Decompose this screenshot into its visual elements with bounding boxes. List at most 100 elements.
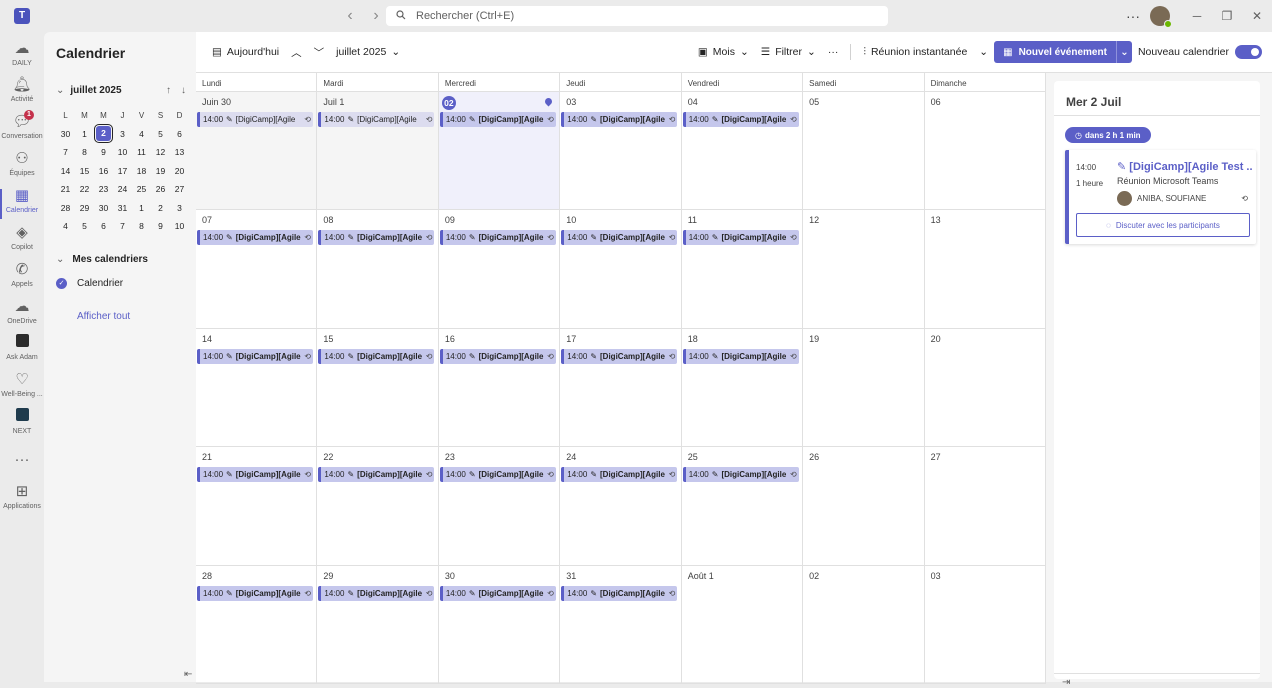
mini-day[interactable]: 6 (94, 221, 113, 231)
day-cell[interactable]: 02 (803, 565, 925, 683)
view-selector-button[interactable]: ▣ Mois ⌄ (692, 39, 755, 65)
calendar-checkbox-item[interactable]: ✓ Calendrier (56, 278, 123, 289)
instant-meeting-button[interactable]: ⫶ Réunion instantanée (857, 39, 973, 65)
mini-day[interactable]: 4 (56, 221, 75, 231)
event-chip[interactable]: 14:00 ✎ [DigiCamp][Agile ⟲ (561, 348, 678, 364)
mini-day[interactable]: 14 (56, 166, 75, 176)
mini-day[interactable]: 16 (94, 166, 113, 176)
show-all-link[interactable]: Afficher tout (77, 311, 130, 322)
day-cell[interactable]: 24 14:00 ✎ [DigiCamp][Agile ⟲ (560, 447, 682, 565)
rail-next[interactable]: NEXT (0, 408, 44, 435)
mini-day[interactable]: 2 (151, 203, 170, 213)
expand-pane-icon[interactable]: ⇥ (1062, 677, 1070, 688)
mini-day[interactable]: 1 (132, 203, 151, 213)
day-cell[interactable]: 04 14:00 ✎ [DigiCamp][Agile ⟲ (682, 92, 804, 210)
rail-daily[interactable]: ☁ DAILY (0, 40, 44, 67)
day-cell[interactable]: 12 (803, 210, 925, 328)
mini-day[interactable]: 3 (170, 203, 189, 213)
mini-day[interactable]: 25 (132, 184, 151, 194)
settings-more-button[interactable]: ··· (1118, 8, 1148, 24)
event-chip[interactable]: 14:00 ✎ [DigiCamp][Agile ⟲ (197, 230, 313, 246)
mini-day[interactable]: 9 (94, 147, 113, 157)
day-cell[interactable]: 20 (925, 328, 1046, 447)
mini-day[interactable]: 5 (151, 129, 170, 139)
mini-day[interactable]: 2 (94, 124, 113, 144)
day-cell[interactable]: 14 14:00 ✎ [DigiCamp][Agile ⟲ (196, 328, 318, 447)
event-chip[interactable]: 14:00 ✎ [DigiCamp][Agile ⟲ (682, 230, 799, 246)
back-icon[interactable]: ‹ (340, 7, 360, 25)
mini-day[interactable]: 10 (170, 221, 189, 231)
day-cell[interactable]: 31 14:00 ✎ [DigiCamp][Agile ⟲ (560, 565, 682, 683)
day-cell[interactable]: 16 14:00 ✎ [DigiCamp][Agile ⟲ (439, 328, 561, 447)
mini-day[interactable]: 9 (151, 221, 170, 231)
search-box[interactable]: Rechercher (Ctrl+E) (386, 6, 888, 26)
event-chip[interactable]: 14:00 ✎ [DigiCamp][Agile ⟲ (439, 230, 556, 246)
mini-day[interactable]: 20 (170, 166, 189, 176)
mini-day[interactable]: 5 (75, 221, 94, 231)
mini-day[interactable]: 6 (170, 129, 189, 139)
day-cell[interactable]: 25 14:00 ✎ [DigiCamp][Agile ⟲ (682, 447, 804, 565)
minimize-button[interactable]: ─ (1182, 9, 1212, 23)
rail-onedrive[interactable]: ☁ OneDrive (0, 298, 44, 325)
rail-more[interactable]: ··· (0, 451, 44, 469)
day-cell[interactable]: 03 (925, 565, 1046, 683)
mini-day[interactable]: 30 (56, 129, 75, 139)
mini-day[interactable]: 8 (132, 221, 151, 231)
event-chip[interactable]: 14:00 ✎ [DigiCamp][Agile ⟲ (318, 467, 435, 483)
today-button[interactable]: ▤ Aujourd'hui (206, 39, 285, 65)
day-cell[interactable]: 09 14:00 ✎ [DigiCamp][Agile ⟲ (439, 210, 561, 328)
mini-day[interactable]: 26 (151, 184, 170, 194)
restore-button[interactable]: ❐ (1212, 9, 1242, 23)
event-chip[interactable]: 14:00 ✎ [DigiCamp][Agile ⟲ (561, 112, 678, 127)
event-chip[interactable]: 14:00 ✎ [DigiCamp][Agile ⟲ (561, 230, 678, 246)
mini-day[interactable]: 15 (75, 166, 94, 176)
day-cell[interactable]: 22 14:00 ✎ [DigiCamp][Agile ⟲ (317, 447, 439, 565)
mini-day[interactable]: 30 (94, 203, 113, 213)
rail-teams[interactable]: ⚇ Équipes (0, 150, 44, 177)
rail-calendar[interactable]: ▦ Calendrier (0, 187, 44, 219)
event-chip[interactable]: 14:00 ✎ [DigiCamp][Agile ⟲ (682, 467, 799, 483)
event-chip[interactable]: 14:00 ✎ [DigiCamp][Agile ⟲ (439, 348, 556, 364)
event-chip[interactable]: 14:00 ✎ [DigiCamp][Agile ⟲ (318, 585, 435, 601)
chevron-down-icon[interactable]: ⌄ (56, 85, 64, 96)
rail-chat[interactable]: 💬︎ 1 Conversation (0, 110, 44, 140)
mini-day[interactable]: 8 (75, 147, 94, 157)
mini-day[interactable]: 27 (170, 184, 189, 194)
day-cell[interactable]: 10 14:00 ✎ [DigiCamp][Agile ⟲ (560, 210, 682, 328)
mini-day[interactable]: 18 (132, 166, 151, 176)
day-cell[interactable]: Juil 1 14:00 ✎ [DigiCamp][Agile ⟲ (317, 92, 439, 210)
day-cell[interactable]: 27 (925, 447, 1046, 565)
my-calendars-header[interactable]: ⌄ Mes calendriers (56, 254, 148, 265)
mini-day[interactable]: 17 (113, 166, 132, 176)
collapse-pane-icon[interactable]: ⇤ (184, 669, 192, 680)
event-chip[interactable]: 14:00 ✎ [DigiCamp][Agile ⟲ (439, 467, 556, 483)
day-cell[interactable]: 05 (803, 92, 925, 210)
day-cell[interactable]: 11 14:00 ✎ [DigiCamp][Agile ⟲ (682, 210, 804, 328)
event-chip[interactable]: 14:00 ✎ [DigiCamp][Agile ⟲ (197, 112, 313, 127)
event-chip[interactable]: 14:00 ✎ [DigiCamp][Agile ⟲ (318, 112, 435, 127)
event-chip[interactable]: 14:00 ✎ [DigiCamp][Agile ⟲ (682, 348, 799, 364)
day-cell[interactable]: 30 14:00 ✎ [DigiCamp][Agile ⟲ (439, 565, 561, 683)
event-chip[interactable]: 14:00 ✎ [DigiCamp][Agile ⟲ (561, 467, 678, 483)
mini-day[interactable]: 23 (94, 184, 113, 194)
prev-period-button[interactable]: ︿ (285, 39, 308, 65)
mini-day[interactable]: 22 (75, 184, 94, 194)
day-cell[interactable]: 02 14:00 ✎ [DigiCamp][Agile ⟲ (438, 92, 561, 210)
mini-day[interactable]: 3 (113, 129, 132, 139)
forward-icon[interactable]: › (366, 7, 386, 25)
rail-calls[interactable]: ✆ Appels (0, 261, 44, 288)
mini-day[interactable]: 29 (75, 203, 94, 213)
mini-day[interactable]: 21 (56, 184, 75, 194)
mini-day[interactable]: 13 (170, 147, 189, 157)
mini-day[interactable]: 4 (132, 129, 151, 139)
event-chip[interactable]: 14:00 ✎ [DigiCamp][Agile ⟲ (318, 230, 435, 246)
rail-ask-adam[interactable]: Ask Adam (0, 334, 44, 361)
event-chip[interactable]: 14:00 ✎ [DigiCamp][Agile ⟲ (561, 585, 678, 601)
new-event-dropdown-icon[interactable]: ⌄ (1117, 47, 1132, 58)
next-period-button[interactable]: ﹀ (308, 39, 331, 65)
day-cell[interactable]: 08 14:00 ✎ [DigiCamp][Agile ⟲ (317, 210, 439, 328)
day-cell[interactable]: 23 14:00 ✎ [DigiCamp][Agile ⟲ (439, 447, 561, 565)
new-calendar-toggle[interactable] (1235, 45, 1262, 59)
event-chip[interactable]: 14:00 ✎ [DigiCamp][Agile ⟲ (682, 112, 799, 127)
day-cell[interactable]: 06 (925, 92, 1046, 210)
